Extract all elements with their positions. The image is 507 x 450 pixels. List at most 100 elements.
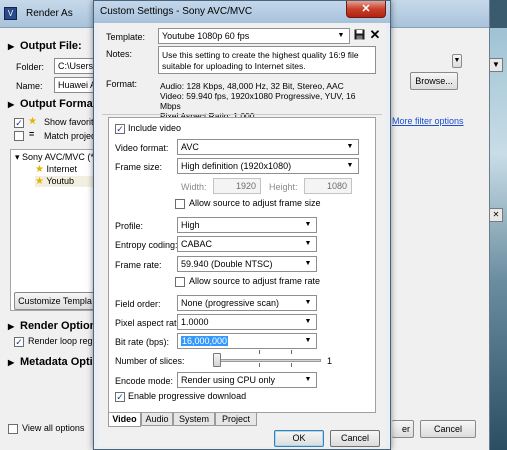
chevron-down-icon: ▼ [304, 240, 312, 247]
folder-label: Folder: [16, 62, 45, 72]
custom-settings-title: Custom Settings - Sony AVC/MVC [100, 6, 253, 17]
number-of-slices-label: Number of slices: [115, 356, 185, 366]
chevron-down-icon: ▼ [304, 299, 312, 306]
output-format-heading: Output Format: [20, 98, 101, 110]
star-icon: ★ [35, 176, 44, 187]
include-video-label: Include video [128, 123, 182, 133]
height-label: Height: [269, 182, 298, 192]
tree-item-youtube[interactable]: ★ Youtub [35, 176, 95, 187]
collapse-triangle-icon: ▶ [8, 322, 15, 331]
slices-slider-thumb[interactable] [213, 353, 221, 367]
render-as-title: Render As [26, 8, 73, 19]
video-settings-panel: ✓ Include video Video format: AVC ▼ Fram… [108, 117, 376, 413]
more-filter-options-link[interactable]: More filter options [392, 116, 464, 126]
format-label: Format: [106, 79, 138, 89]
field-order-value: None (progressive scan) [181, 298, 280, 308]
background-preview-strip [490, 28, 507, 450]
width-input[interactable]: 1920 [213, 178, 261, 194]
frame-size-select[interactable]: High definition (1920x1080) ▼ [177, 158, 359, 174]
width-label: Width: [181, 182, 207, 192]
save-template-icon[interactable] [352, 29, 366, 43]
chevron-down-icon: ▼ [346, 143, 354, 150]
close-icon[interactable]: ✕ [346, 1, 386, 18]
delete-template-icon[interactable]: ✕ [368, 28, 382, 42]
pixel-aspect-ratio-select[interactable]: 1.0000 ▼ [177, 314, 317, 330]
frame-size-label: Frame size: [115, 162, 163, 172]
cancel-button[interactable]: Cancel [330, 430, 380, 447]
include-video-checkbox[interactable]: ✓ [115, 124, 125, 134]
video-format-select[interactable]: AVC ▼ [177, 139, 359, 155]
vegas-app-icon: V [4, 7, 17, 20]
tree-item-label: Sony AVC/MVC (*. [22, 152, 97, 162]
render-button[interactable]: er [392, 420, 414, 438]
preview-dropdown-icon[interactable]: ▼ [489, 58, 503, 72]
preview-close-icon[interactable]: ✕ [489, 208, 503, 222]
show-favorites-checkbox[interactable]: ✓ [14, 118, 24, 128]
customize-template-button[interactable]: Customize Templa [14, 292, 96, 310]
encode-mode-value: Render using CPU only [181, 375, 276, 385]
tab-audio[interactable]: Audio [141, 413, 173, 426]
ok-button[interactable]: OK [274, 430, 324, 447]
custom-settings-titlebar: Custom Settings - Sony AVC/MVC ✕ [94, 1, 390, 23]
bit-rate-select[interactable]: 16,000,000 ▼ [177, 333, 317, 349]
number-of-slices-value: 1 [327, 356, 333, 366]
frame-rate-value: 59.940 (Double NTSC) [181, 259, 273, 269]
progressive-download-checkbox[interactable]: ✓ [115, 392, 125, 402]
chevron-down-icon: ▼ [337, 32, 345, 39]
format-tree[interactable]: ▾ Sony AVC/MVC (*. ★ Internet ★ Youtub [10, 149, 96, 311]
view-all-options-checkbox[interactable] [8, 424, 18, 434]
format-video-line: Video: 59.940 fps, 1920x1080 Progressive… [160, 91, 356, 111]
profile-value: High [181, 220, 200, 230]
field-order-label: Field order: [115, 299, 161, 309]
custom-settings-body: Template: Youtube 1080p 60 fps ▼ ✕ Notes… [98, 23, 386, 447]
template-select[interactable]: Youtube 1080p 60 fps ▼ [158, 28, 350, 44]
chevron-down-icon: ▼ [346, 162, 354, 169]
output-format-section[interactable]: ▶ Output Format: [8, 98, 100, 110]
tree-item-internet[interactable]: ★ Internet [35, 164, 77, 175]
frame-size-value: High definition (1920x1080) [181, 161, 292, 171]
match-project-label: Match project [44, 131, 99, 141]
entropy-coding-select[interactable]: CABAC ▼ [177, 236, 317, 252]
tree-item-label: Internet [46, 164, 78, 174]
tree-item-label: Youtub [46, 176, 75, 186]
output-file-section[interactable]: ▶ Output File: [8, 40, 82, 52]
render-as-cancel-button[interactable]: Cancel [420, 420, 476, 438]
chevron-down-icon: ▼ [304, 337, 312, 344]
slider-tick [291, 363, 292, 367]
equals-icon: = [29, 129, 35, 139]
pixel-aspect-ratio-label: Pixel aspect ratio: [115, 318, 187, 328]
notes-label: Notes: [106, 49, 133, 59]
collapse-triangle-icon: ▶ [8, 42, 15, 51]
height-input[interactable]: 1080 [304, 178, 352, 194]
chevron-down-icon: ▼ [304, 318, 312, 325]
slider-tick [259, 363, 260, 367]
tab-system[interactable]: System [173, 413, 215, 426]
encode-mode-select[interactable]: Render using CPU only ▼ [177, 372, 317, 388]
adjust-frame-size-checkbox[interactable] [175, 199, 185, 209]
browse-button[interactable]: Browse... [410, 72, 458, 90]
render-options-section[interactable]: ▶ Render Options: [8, 320, 106, 332]
entropy-coding-label: Entropy coding: [115, 240, 178, 250]
divider [102, 114, 382, 115]
video-format-label: Video format: [115, 143, 169, 153]
adjust-frame-rate-checkbox[interactable] [175, 277, 185, 287]
match-project-checkbox[interactable] [14, 131, 24, 141]
custom-settings-dialog: Custom Settings - Sony AVC/MVC ✕ Templat… [93, 0, 391, 450]
tab-video[interactable]: Video [108, 413, 141, 427]
bit-rate-label: Bit rate (bps): [115, 337, 170, 347]
tab-project[interactable]: Project [215, 413, 257, 426]
adjust-frame-rate-label: Allow source to adjust frame rate [189, 276, 321, 286]
output-file-heading: Output File: [20, 40, 82, 52]
slider-tick [291, 350, 292, 354]
render-loop-checkbox[interactable]: ✓ [14, 337, 24, 347]
template-label: Template: [106, 32, 146, 42]
tree-item-sony-avc[interactable]: ▾ Sony AVC/MVC (*. [15, 152, 96, 163]
progressive-download-label: Enable progressive download [128, 391, 247, 401]
folder-dropdown-button[interactable]: ▼ [452, 54, 462, 68]
star-icon: ★ [35, 164, 44, 175]
slices-slider-track[interactable] [213, 359, 321, 362]
profile-select[interactable]: High ▼ [177, 217, 317, 233]
notes-textarea[interactable]: Use this setting to create the highest q… [158, 46, 376, 74]
field-order-select[interactable]: None (progressive scan) ▼ [177, 295, 317, 311]
frame-rate-select[interactable]: 59.940 (Double NTSC) ▼ [177, 256, 317, 272]
